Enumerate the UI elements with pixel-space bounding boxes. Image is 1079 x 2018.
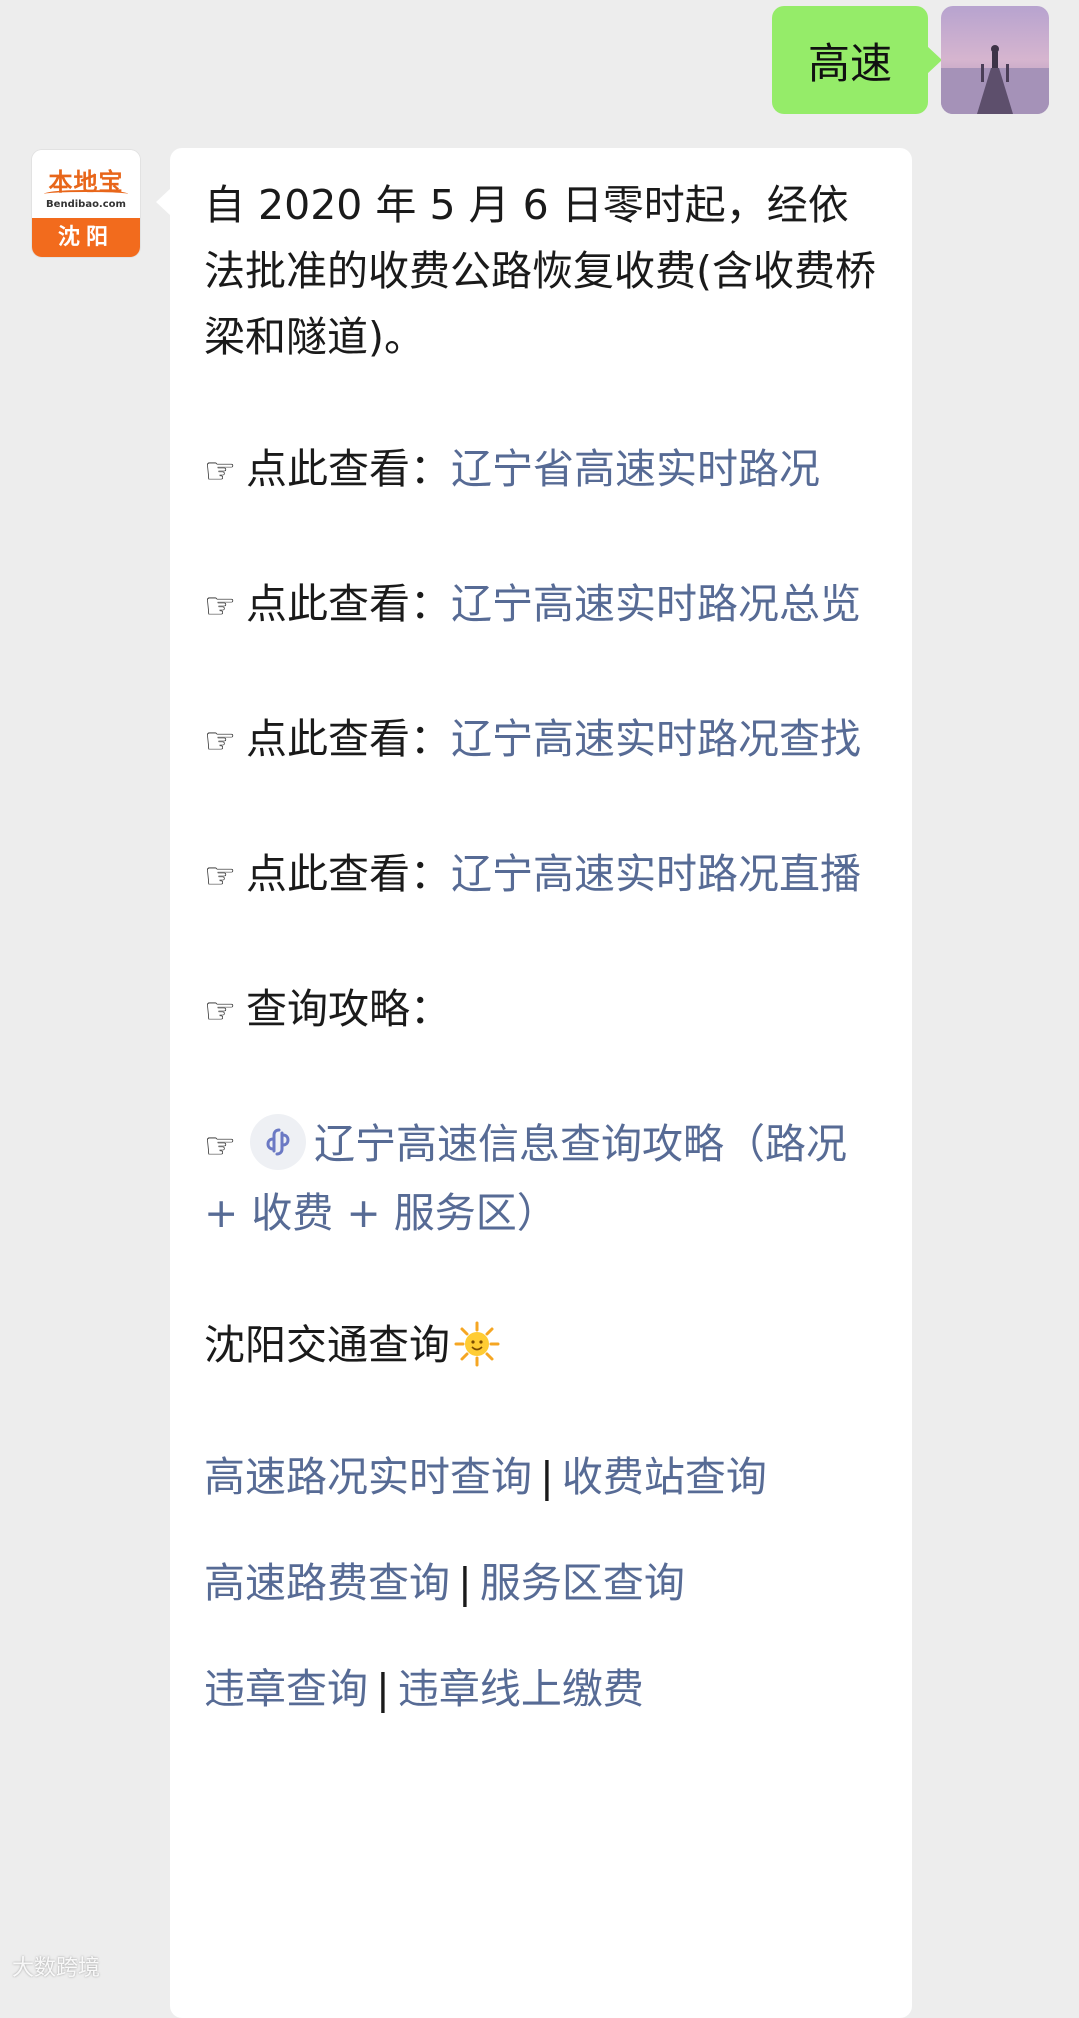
brand-domain: Bendibao.com [46,199,126,210]
query-row-1: 高速路况实时查询 | 收费站查询 [204,1444,882,1510]
link-highway-toll-query[interactable]: 高速路费查询 [204,1559,450,1607]
link-row-3: ☞ 点此查看：辽宁高速实时路况查找 [204,706,882,775]
query-row-2: 高速路费查询 | 服务区查询 [204,1550,882,1616]
link-traffic-live[interactable]: 辽宁高速实时路况直播 [451,850,861,898]
link-service-area-query[interactable]: 服务区查询 [480,1559,685,1607]
traffic-heading: 沈阳交通查询 [204,1321,450,1369]
link-traffic-search[interactable]: 辽宁高速实时路况查找 [451,715,861,763]
watermark: 大数跨境 [12,1956,101,1981]
pointing-hand-icon: ☞ [204,991,237,1032]
link-prefix: 点此查看： [246,445,451,493]
guide-row: ☞ 查询攻略： [204,976,882,1045]
link-prefix: 点此查看： [246,715,451,763]
brand-arc-decoration [44,190,128,198]
pointing-hand-icon: ☞ [204,856,237,897]
pier-sunset-avatar-image [941,6,1049,114]
brand-city-label: 沈阳 [32,218,140,257]
bendibao-avatar[interactable]: 本地宝 Bendibao.com 沈阳 [32,150,140,257]
mini-program-row: ☞ 辽宁高速信息查询攻略（路况 + 收费 + 服务区） [204,1111,882,1246]
pointing-hand-icon: ☞ [204,721,237,762]
pointing-hand-icon: ☞ [204,1126,237,1167]
separator: | [458,1559,472,1607]
link-highway-realtime-query[interactable]: 高速路况实时查询 [204,1453,532,1501]
link-toll-station-query[interactable]: 收费站查询 [562,1453,767,1501]
link-liaoning-realtime-traffic[interactable]: 辽宁省高速实时路况 [451,445,820,493]
sent-message-bubble[interactable]: 高速 [771,6,943,114]
sent-message-text: 高速 [807,38,892,88]
link-violation-payment[interactable]: 违章线上缴费 [398,1665,644,1713]
link-row-4: ☞ 点此查看：辽宁高速实时路况直播 [204,841,882,910]
received-message-bubble: 自 2020 年 5 月 6 日零时起，经依法批准的收费公路恢复收费(含收费桥梁… [156,148,912,2018]
link-prefix: 点此查看： [246,580,451,628]
brand-logo: 本地宝 Bendibao.com [32,150,140,218]
link-traffic-overview[interactable]: 辽宁高速实时路况总览 [451,580,861,628]
separator: | [540,1453,554,1501]
sun-emoji-icon [454,1321,500,1367]
my-avatar[interactable] [941,6,1049,114]
separator: | [376,1665,390,1713]
link-row-2: ☞ 点此查看：辽宁高速实时路况总览 [204,571,882,640]
traffic-heading-row: 沈阳交通查询 [204,1312,882,1378]
link-prefix: 点此查看： [246,850,451,898]
mini-program-icon [250,1114,306,1170]
query-row-3: 违章查询 | 违章线上缴费 [204,1656,882,1722]
pointing-hand-icon: ☞ [204,586,237,627]
link-row-1: ☞ 点此查看：辽宁省高速实时路况 [204,436,882,505]
link-violation-query[interactable]: 违章查询 [204,1665,368,1713]
intro-text: 自 2020 年 5 月 6 日零时起，经依法批准的收费公路恢复收费(含收费桥梁… [204,181,876,361]
pointing-hand-icon: ☞ [204,451,237,492]
guide-label: 查询攻略： [246,985,451,1033]
